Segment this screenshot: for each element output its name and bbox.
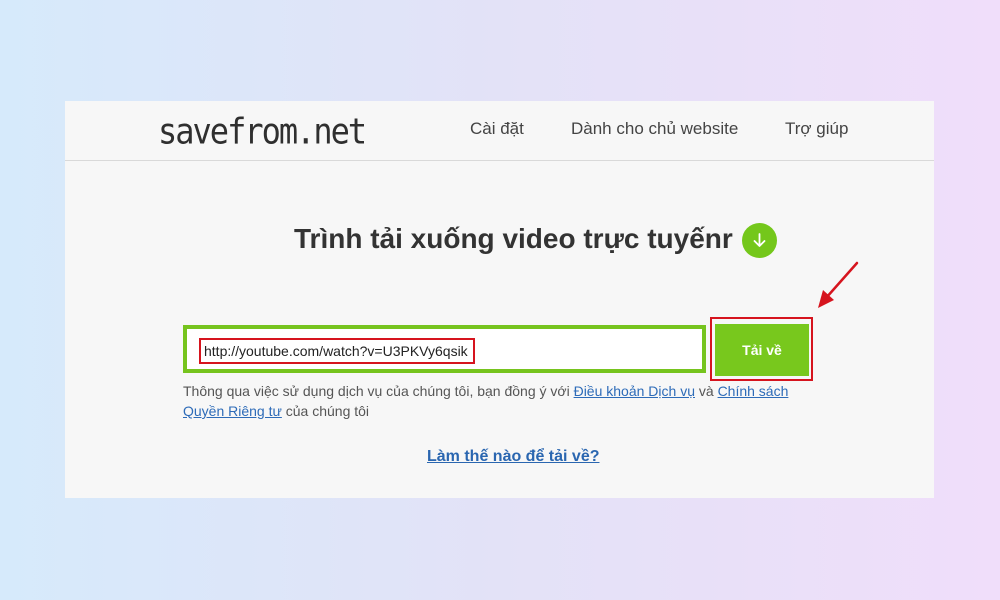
nav-help[interactable]: Trợ giúp — [785, 119, 848, 139]
arrow-down-icon — [753, 233, 766, 247]
terms-suffix: của chúng tôi — [281, 403, 370, 419]
download-button[interactable]: Tải về — [715, 324, 809, 376]
arrow-down-circle-icon[interactable] — [742, 223, 777, 258]
red-arrow-icon — [818, 261, 859, 308]
url-input-frame — [183, 325, 706, 373]
terms-prefix: Thông qua việc sử dụng dịch vụ của chúng… — [183, 383, 574, 399]
terms-of-service-link[interactable]: Điều khoản Dịch vụ — [574, 383, 695, 399]
terms-and: và — [694, 383, 718, 399]
page-card: savefrom.net Cài đặt Dành cho chủ websit… — [65, 101, 934, 498]
nav-webmasters[interactable]: Dành cho chủ website — [571, 119, 738, 139]
how-to-download-link[interactable]: Làm thế nào để tải về? — [427, 448, 599, 466]
page-title: Trình tải xuống video trực tuyếnr — [294, 223, 733, 254]
site-header: savefrom.net Cài đặt Dành cho chủ websit… — [65, 101, 934, 161]
url-input[interactable] — [199, 338, 475, 364]
nav-install[interactable]: Cài đặt — [470, 119, 524, 139]
site-logo[interactable]: savefrom.net — [158, 110, 367, 153]
terms-notice: Thông qua việc sử dụng dịch vụ của chúng… — [183, 381, 823, 421]
